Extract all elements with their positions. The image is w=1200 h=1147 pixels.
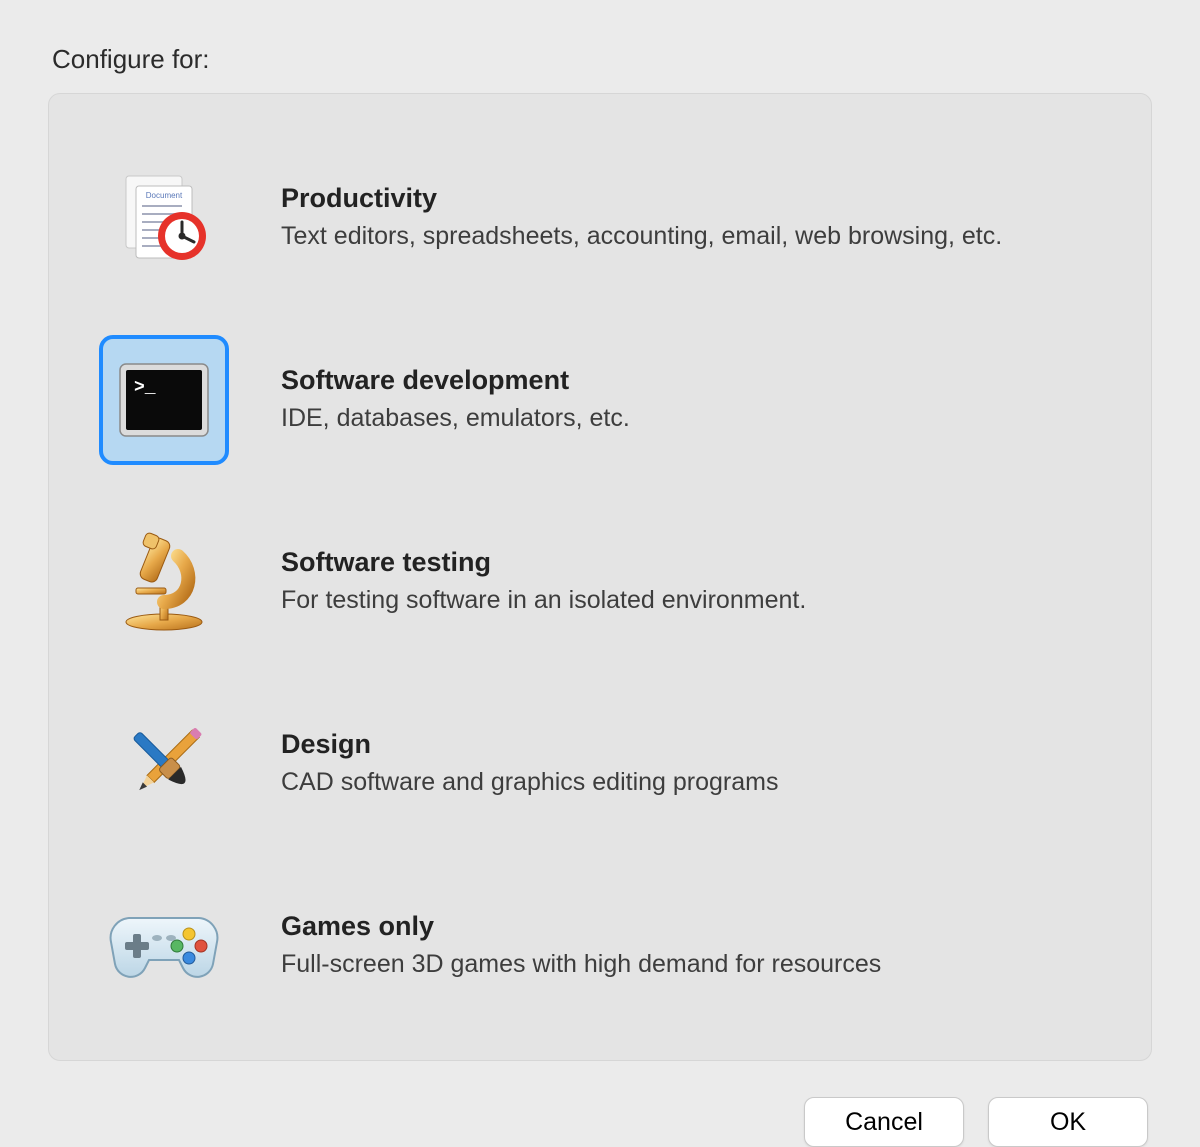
option-description: For testing software in an isolated envi… bbox=[281, 584, 1111, 617]
terminal-icon: >_ bbox=[99, 335, 229, 465]
option-title: Productivity bbox=[281, 183, 1111, 214]
option-design[interactable]: Design CAD software and graphics editing… bbox=[89, 690, 1111, 838]
option-title: Software testing bbox=[281, 547, 1111, 578]
gamepad-icon bbox=[99, 881, 229, 1011]
option-productivity[interactable]: Document Productivity Text editors, spre… bbox=[89, 144, 1111, 292]
dialog-buttons: Cancel OK bbox=[48, 1097, 1152, 1147]
ok-button[interactable]: OK bbox=[988, 1097, 1148, 1147]
svg-text:>_: >_ bbox=[134, 378, 156, 398]
option-games-only[interactable]: Games only Full-screen 3D games with hig… bbox=[89, 872, 1111, 1020]
options-panel: Document Productivity Text editors, spre… bbox=[48, 93, 1152, 1061]
option-title: Software development bbox=[281, 365, 1111, 396]
option-software-testing[interactable]: Software testing For testing software in… bbox=[89, 508, 1111, 656]
option-title: Games only bbox=[281, 911, 1111, 942]
cancel-button[interactable]: Cancel bbox=[804, 1097, 964, 1147]
microscope-icon bbox=[99, 517, 229, 647]
svg-text:Document: Document bbox=[146, 191, 183, 200]
option-description: IDE, databases, emulators, etc. bbox=[281, 402, 1111, 435]
option-description: Full-screen 3D games with high demand fo… bbox=[281, 948, 1111, 981]
option-description: Text editors, spreadsheets, accounting, … bbox=[281, 220, 1111, 253]
option-title: Design bbox=[281, 729, 1111, 760]
productivity-icon: Document bbox=[99, 153, 229, 283]
page-title: Configure for: bbox=[52, 44, 1152, 75]
option-software-development[interactable]: >_ Software development IDE, databases, … bbox=[89, 326, 1111, 474]
option-description: CAD software and graphics editing progra… bbox=[281, 766, 1111, 799]
brush-pencil-icon bbox=[99, 699, 229, 829]
